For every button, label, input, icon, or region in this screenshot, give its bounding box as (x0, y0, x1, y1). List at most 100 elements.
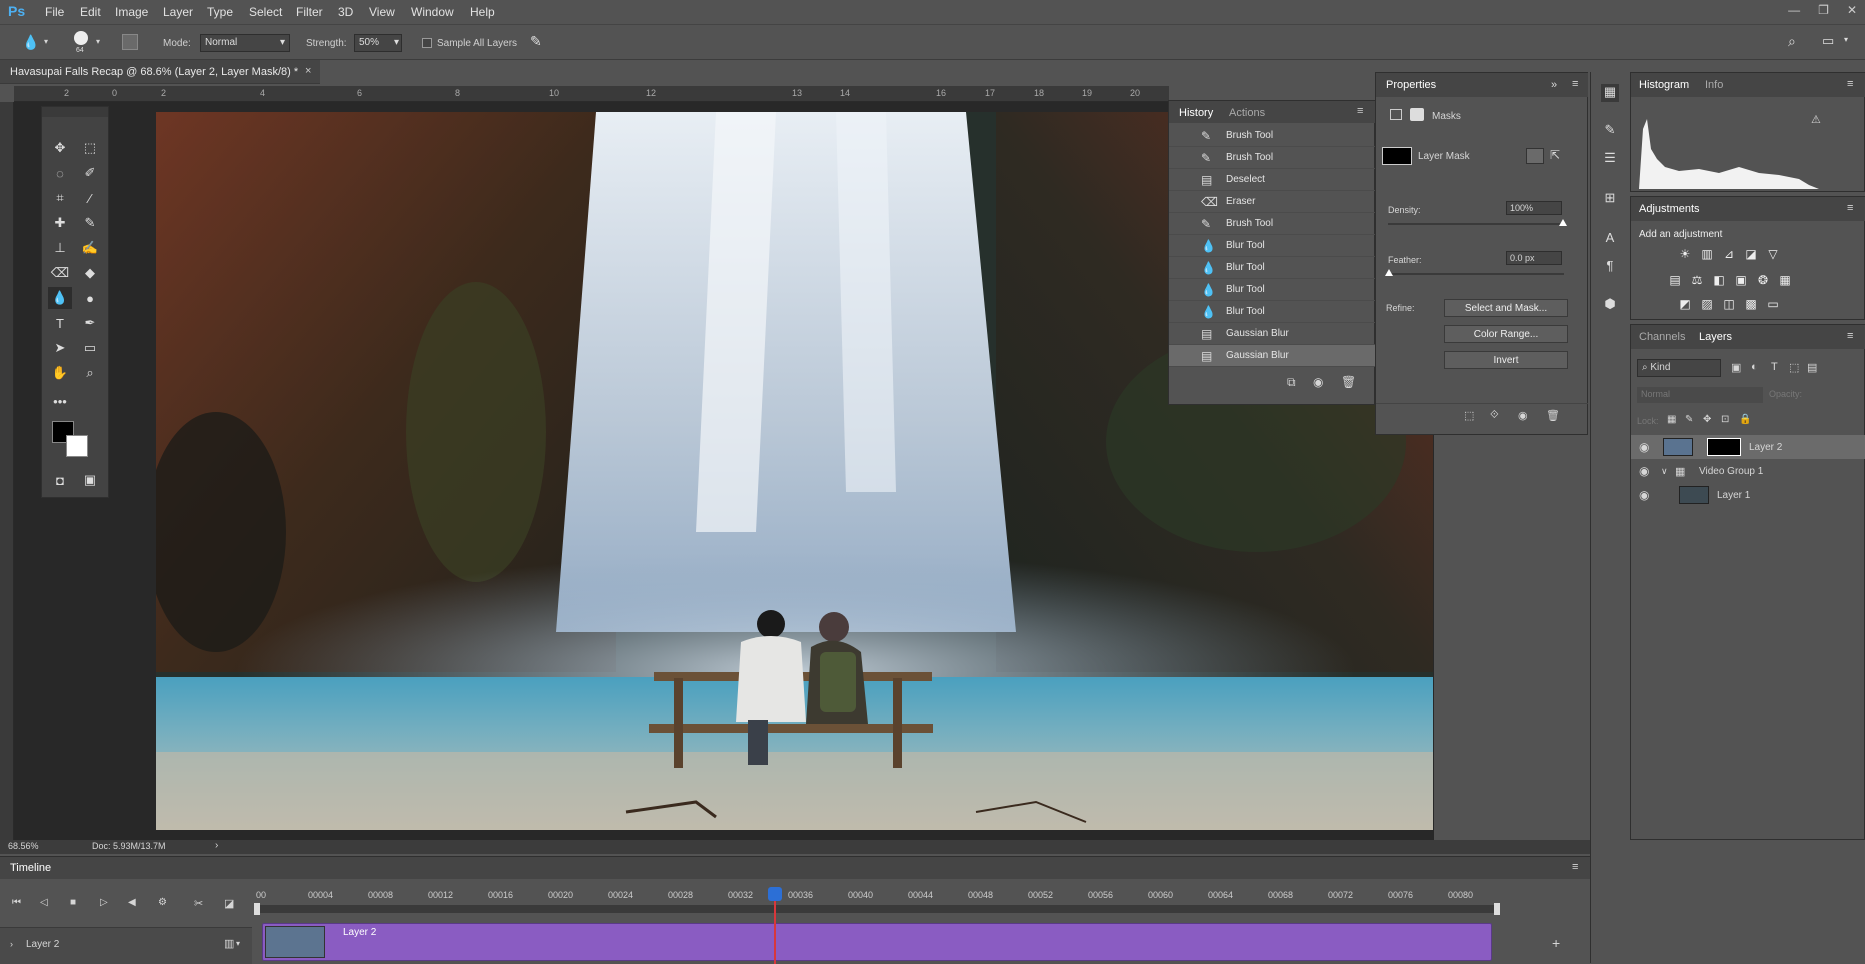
status-menu-chevron-icon[interactable]: › (215, 840, 218, 851)
clone-source-dock-icon[interactable]: ⊞ (1601, 190, 1619, 208)
apply-mask-icon[interactable]: ⟐ (1490, 409, 1499, 422)
density-slider-handle[interactable] (1559, 219, 1567, 226)
panel-menu-icon[interactable]: ≡ (1572, 861, 1578, 873)
workspace-chevron-icon[interactable]: ▾ (1844, 35, 1848, 44)
strength-input[interactable]: 50% ▾ (354, 34, 402, 52)
tab-info[interactable]: Info (1705, 79, 1723, 91)
history-item[interactable]: ⌫ Eraser (1169, 191, 1375, 213)
history-item[interactable]: 💧 Blur Tool (1169, 301, 1375, 323)
minimize-icon[interactable]: — (1788, 3, 1800, 17)
path-select-tool-icon[interactable]: ➤ (48, 337, 72, 359)
sample-all-layers-checkbox[interactable] (422, 38, 432, 48)
close-tab-icon[interactable]: × (305, 65, 311, 77)
tab-layers[interactable]: Layers (1699, 331, 1732, 343)
tab-histogram[interactable]: Histogram (1639, 79, 1689, 91)
channel-mixer-icon[interactable]: ❂ (1755, 273, 1771, 287)
pixel-mask-icon[interactable] (1390, 109, 1402, 120)
load-selection-icon[interactable]: ⬚ (1464, 409, 1474, 422)
eye-icon[interactable]: ◉ (1639, 464, 1649, 478)
search-icon[interactable]: ⌕ (1788, 33, 1796, 50)
background-color-swatch[interactable] (66, 435, 88, 457)
lock-position-icon[interactable]: ✥ (1703, 414, 1711, 425)
blur-tool-icon[interactable]: 💧 (22, 34, 39, 51)
settings-icon[interactable]: ⚙ (158, 897, 167, 908)
track-chevron-icon[interactable]: › (10, 939, 13, 949)
crop-tool-icon[interactable]: ⌗ (48, 187, 72, 209)
select-and-mask-button[interactable]: Select and Mask... (1444, 299, 1568, 317)
type-tool-icon[interactable]: T (48, 312, 72, 334)
history-item[interactable]: 💧 Blur Tool (1169, 279, 1375, 301)
zoom-tool-icon[interactable]: ⌕ (78, 362, 102, 384)
work-area-bar[interactable] (256, 905, 1498, 913)
eye-icon[interactable]: ◉ (1639, 440, 1649, 454)
selective-color-icon[interactable]: ▩ (1743, 297, 1759, 311)
threshold-icon[interactable]: ◫ (1721, 297, 1737, 311)
history-brush-tool-icon[interactable]: ✍ (78, 237, 102, 259)
history-item[interactable]: ✎ Brush Tool (1169, 213, 1375, 235)
panel-menu-icon[interactable]: ≡ (1847, 330, 1853, 342)
next-frame-icon[interactable]: ▷ (100, 897, 108, 908)
history-item[interactable]: ▤ Deselect (1169, 169, 1375, 191)
quick-mask-icon[interactable]: ◘ (48, 469, 72, 491)
dodge-tool-icon[interactable]: ● (78, 287, 102, 309)
stamp-tool-icon[interactable]: ⊥ (48, 237, 72, 259)
lock-transparent-icon[interactable]: ▦ (1667, 414, 1676, 425)
layer-row-video-group[interactable]: ◉ ∨ ▦ Video Group 1 (1631, 459, 1865, 483)
brightness-icon[interactable]: ☀ (1677, 247, 1693, 261)
menu-help[interactable]: Help (470, 5, 495, 19)
stop-icon[interactable]: ■ (70, 897, 76, 908)
rectangle-tool-icon[interactable]: ▭ (78, 337, 102, 359)
brush-chevron-icon[interactable]: ▾ (96, 37, 100, 46)
restore-icon[interactable]: ❐ (1818, 3, 1829, 17)
go-to-first-frame-icon[interactable]: ⏮ (12, 897, 21, 908)
history-item[interactable]: 💧 Blur Tool (1169, 257, 1375, 279)
menu-select[interactable]: Select (249, 5, 282, 19)
document-tab[interactable]: Havasupai Falls Recap @ 68.6% (Layer 2, … (0, 60, 320, 84)
zoom-level[interactable]: 68.56% (8, 841, 39, 851)
levels-icon[interactable]: ▥ (1699, 247, 1715, 261)
photo-filter-icon[interactable]: ▣ (1733, 273, 1749, 287)
color-balance-icon[interactable]: ⚖ (1689, 273, 1705, 287)
playhead-handle[interactable] (768, 887, 782, 901)
pen-tool-icon[interactable]: ✒ (78, 312, 102, 334)
panel-menu-icon[interactable]: ≡ (1357, 105, 1363, 117)
color-range-button[interactable]: Color Range... (1444, 325, 1568, 343)
lock-all-icon[interactable]: 🔒 (1739, 414, 1751, 425)
select-mask-icon[interactable] (1526, 148, 1544, 164)
eraser-tool-icon[interactable]: ⌫ (48, 262, 72, 284)
trash-icon[interactable]: 🗑 (1341, 375, 1356, 389)
history-dock-icon[interactable]: ▦ (1601, 84, 1619, 102)
warning-icon[interactable]: ⚠ (1811, 113, 1821, 126)
smart-object-filter-icon[interactable]: ▤ (1807, 361, 1817, 374)
tab-history[interactable]: History (1179, 107, 1213, 119)
menu-view[interactable]: View (369, 5, 395, 19)
add-media-icon[interactable]: + (1552, 935, 1560, 951)
shape-filter-icon[interactable]: ⬚ (1789, 361, 1799, 374)
panel-menu-icon[interactable]: ≡ (1847, 78, 1853, 90)
toolbox-header[interactable] (42, 107, 108, 117)
brush-tool-icon[interactable]: ✎ (78, 212, 102, 234)
tool-preset-chevron-icon[interactable]: ▾ (44, 37, 48, 46)
tab-channels[interactable]: Channels (1639, 331, 1685, 343)
audio-icon[interactable]: ◀ (128, 897, 136, 908)
blur-tool-icon[interactable]: 💧 (48, 287, 72, 309)
healing-tool-icon[interactable]: ✚ (48, 212, 72, 234)
feather-slider-handle[interactable] (1385, 269, 1393, 276)
feather-slider[interactable] (1388, 273, 1564, 275)
menu-window[interactable]: Window (411, 5, 454, 19)
trash-icon[interactable]: 🗑 (1546, 409, 1560, 422)
history-item[interactable]: ▤ Gaussian Blur (1169, 323, 1375, 345)
pressure-icon[interactable]: ✎ (530, 33, 542, 50)
workspace-icon[interactable]: ▭ (1822, 33, 1834, 49)
quick-select-tool-icon[interactable]: ✐ (78, 162, 102, 184)
lock-artboard-icon[interactable]: ⊡ (1721, 414, 1729, 425)
history-item[interactable]: ✎ Brush Tool (1169, 147, 1375, 169)
density-slider[interactable] (1388, 223, 1564, 225)
collapse-icon[interactable]: » (1551, 79, 1557, 91)
layer-row-layer2[interactable]: ◉ Layer 2 (1631, 435, 1865, 459)
lasso-tool-icon[interactable]: ◌ (48, 162, 72, 184)
adjustment-filter-icon[interactable]: ◐ (1751, 361, 1758, 373)
exposure-icon[interactable]: ◪ (1743, 247, 1759, 261)
character-dock-icon[interactable]: A (1601, 230, 1619, 248)
color-lookup-icon[interactable]: ▦ (1777, 273, 1793, 287)
